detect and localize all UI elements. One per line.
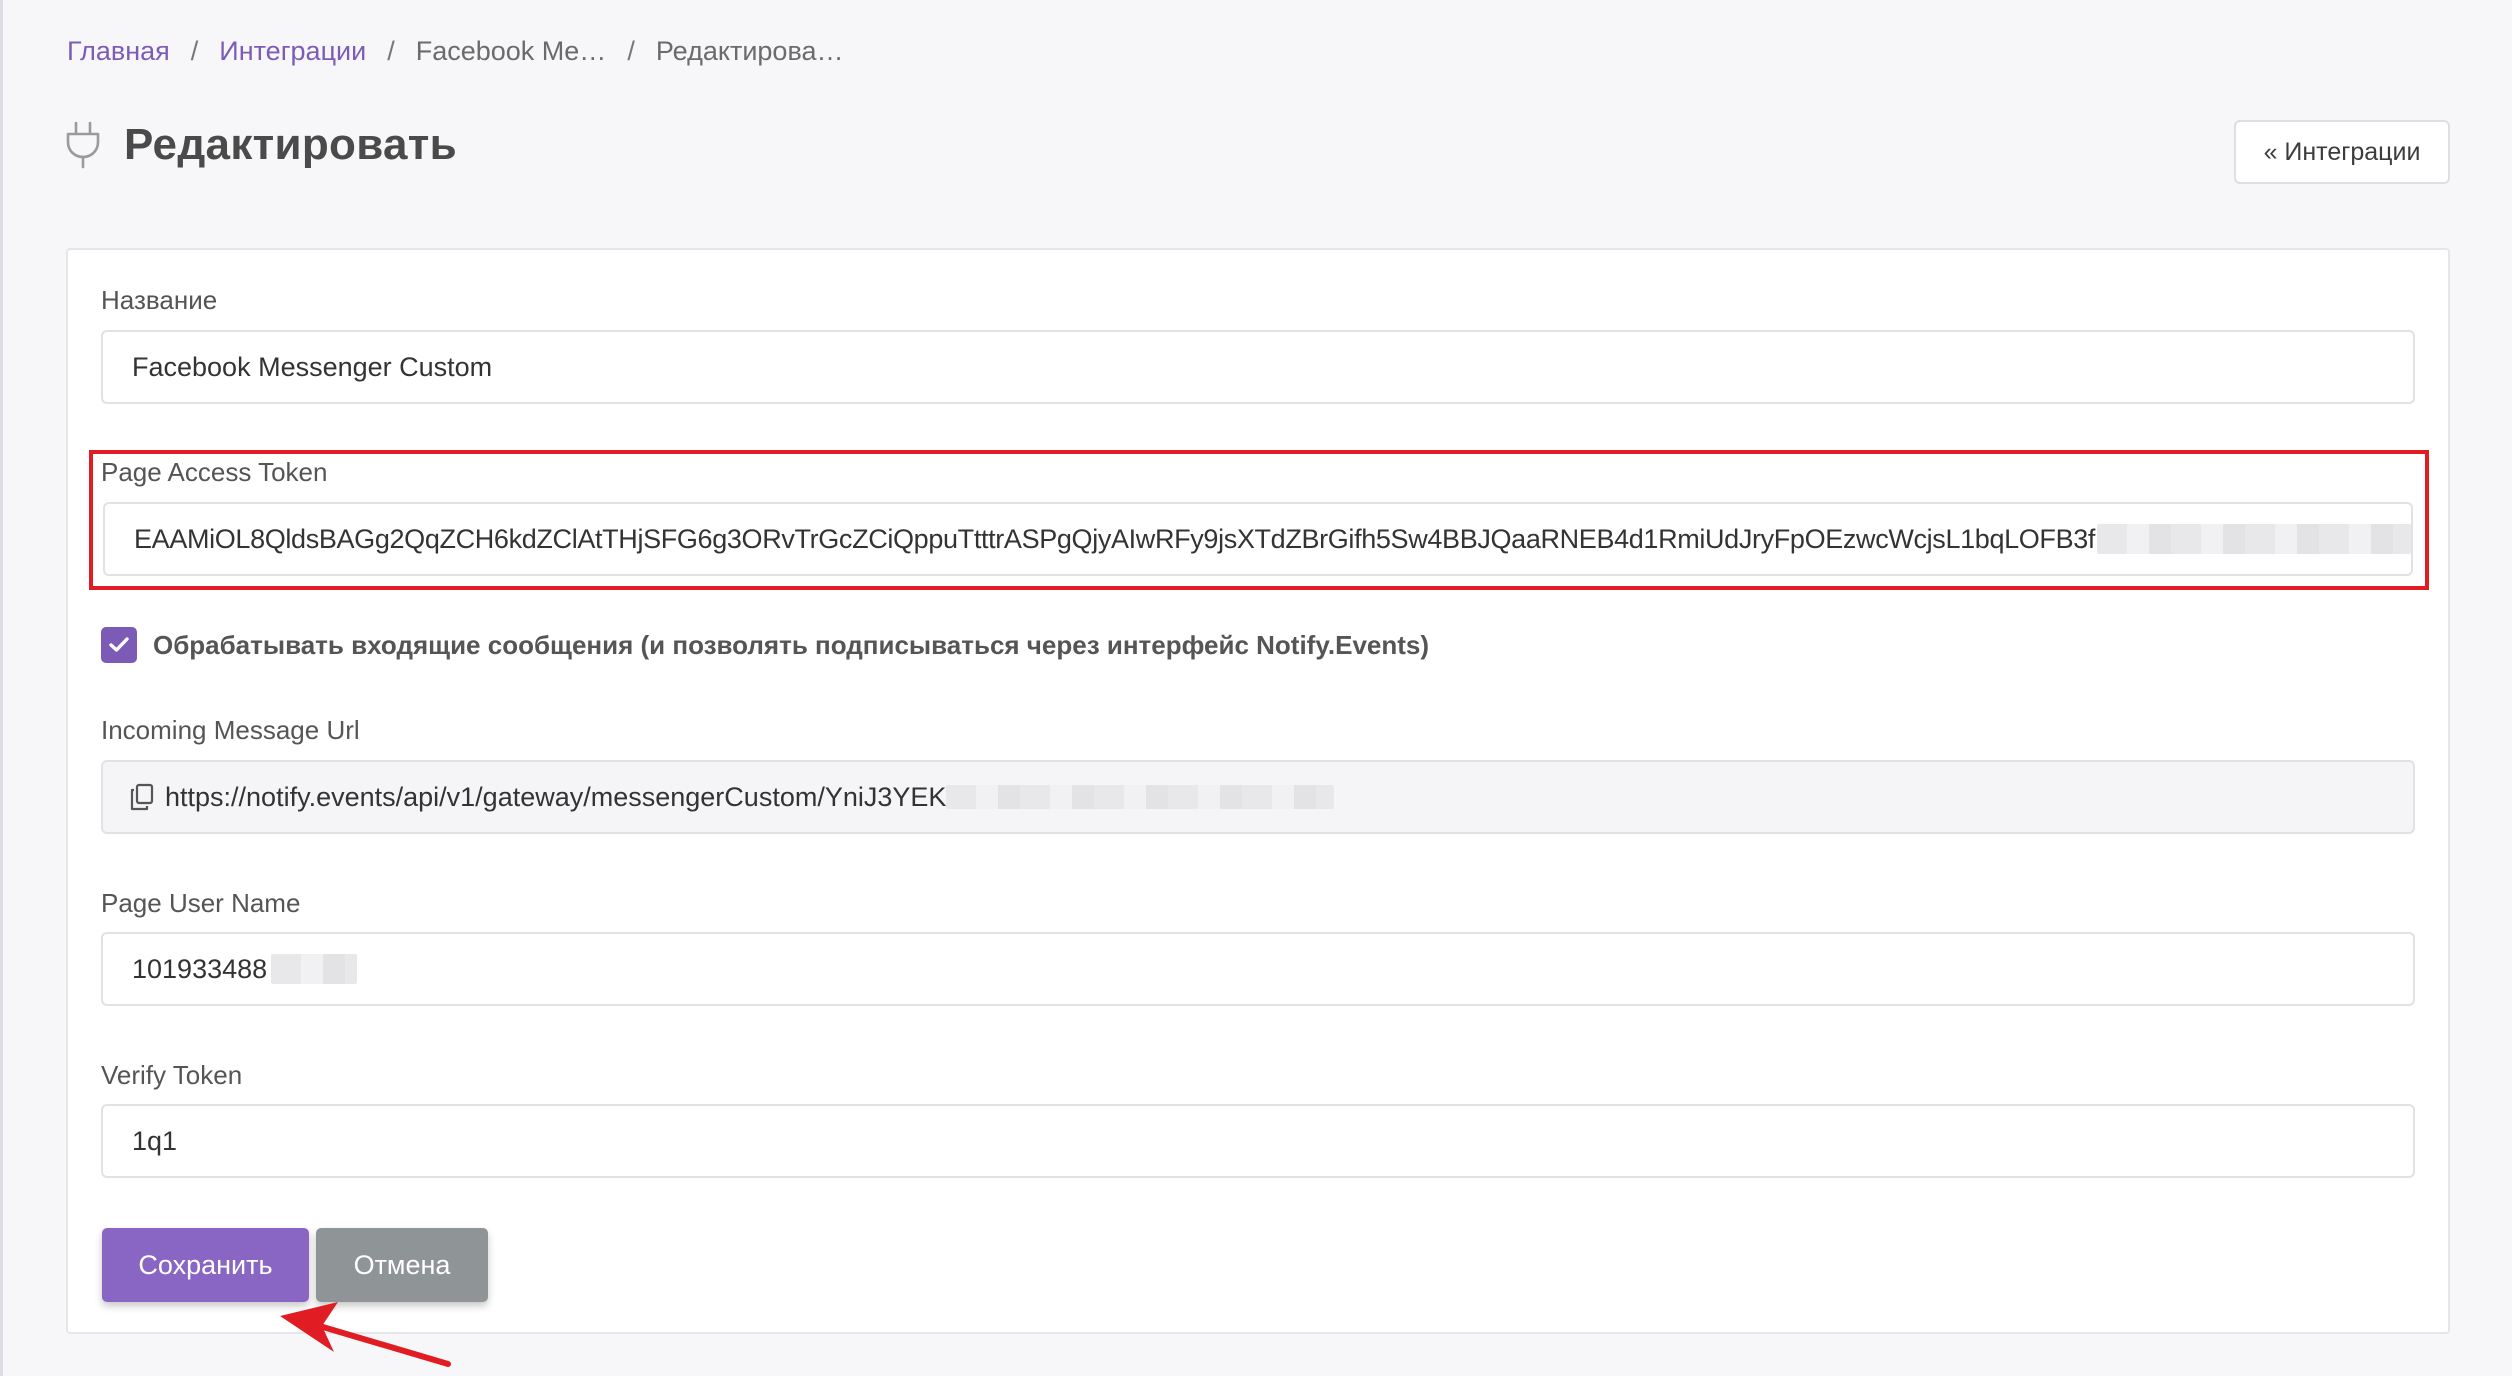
- process-incoming-checkbox[interactable]: [101, 627, 137, 663]
- name-input-value: Facebook Messenger Custom: [132, 351, 493, 382]
- breadcrumb-integrations[interactable]: Интеграции: [219, 36, 366, 67]
- back-button-label: « Интеграции: [2263, 137, 2421, 166]
- page-access-token-input[interactable]: EAAMiOL8QldsBAGg2QqZCH6kdZClAtTHjSFG6g3O…: [103, 502, 2413, 576]
- incoming-url-label: Incoming Message Url: [101, 715, 360, 745]
- name-input[interactable]: Facebook Messenger Custom: [101, 330, 2415, 404]
- page-user-name-value: 101933488: [132, 953, 268, 984]
- back-to-integrations-button[interactable]: « Интеграции: [2234, 120, 2450, 184]
- cancel-button[interactable]: Отмена: [316, 1228, 488, 1302]
- breadcrumb-integration-name[interactable]: Facebook Me…: [416, 36, 607, 67]
- save-button[interactable]: Сохранить: [102, 1228, 309, 1302]
- breadcrumb-separator: /: [190, 36, 199, 66]
- cancel-button-label: Отмена: [353, 1249, 451, 1280]
- page-user-name-label: Page User Name: [101, 888, 301, 918]
- process-incoming-label[interactable]: Обрабатывать входящие сообщения (и позво…: [153, 630, 1429, 661]
- annotation-arrow-icon: [280, 1302, 451, 1367]
- page-access-token-value: EAAMiOL8QldsBAGg2QqZCH6kdZClAtTHjSFG6g3O…: [134, 523, 2096, 554]
- verify-token-label: Verify Token: [101, 1060, 243, 1090]
- page-user-name-input[interactable]: 101933488: [101, 932, 2415, 1006]
- breadcrumb-separator: /: [627, 36, 635, 66]
- page-title: Редактировать: [124, 120, 457, 169]
- save-button-label: Сохранить: [138, 1249, 273, 1280]
- breadcrumb-separator: /: [387, 36, 395, 66]
- redacted-url-blur: [946, 785, 1335, 809]
- breadcrumb-current: Редактирова…: [655, 36, 844, 66]
- breadcrumb: Главная / Интеграции / Facebook Me… / Ре…: [67, 36, 844, 67]
- plug-icon: [66, 121, 100, 169]
- copy-icon[interactable]: [129, 783, 155, 811]
- page-header: Редактировать: [64, 120, 457, 170]
- redacted-token-blur: [2097, 524, 2411, 554]
- left-border: [0, 0, 3, 1376]
- verify-token-input[interactable]: 1q1: [101, 1104, 2415, 1178]
- name-label: Название: [101, 285, 218, 315]
- verify-token-value: 1q1: [132, 1125, 178, 1156]
- incoming-url-value: https://notify.events/api/v1/gateway/mes…: [165, 781, 947, 812]
- page-access-token-label: Page Access Token: [101, 457, 328, 487]
- check-icon: [109, 637, 129, 652]
- incoming-url-field[interactable]: https://notify.events/api/v1/gateway/mes…: [101, 760, 2415, 834]
- redacted-user-name-blur: [271, 954, 358, 984]
- breadcrumb-home[interactable]: Главная: [67, 36, 170, 67]
